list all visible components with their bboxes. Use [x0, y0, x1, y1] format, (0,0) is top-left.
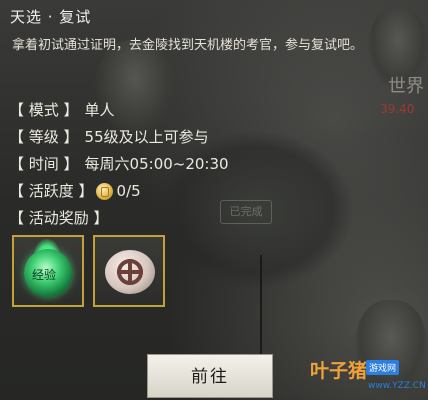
token-emblem-icon: [117, 259, 143, 285]
time-value: 每周六05:00~20:30: [84, 155, 229, 173]
background-branch: [260, 255, 262, 370]
level-value: 55级及以上可参与: [84, 128, 209, 146]
activity-label: 【 活跃度 】: [9, 182, 94, 200]
rewards-label: 【 活动奖励 】: [9, 209, 109, 227]
mode-value: 单人: [84, 101, 115, 119]
time-row: 【 时间 】 每周六05:00~20:30: [9, 154, 229, 174]
level-label: 【 等级 】: [9, 128, 79, 146]
go-button[interactable]: 前往: [147, 354, 273, 398]
site-watermark: 叶子猪 游戏网 www.YZZ.CN: [310, 356, 428, 400]
silver-token-icon: [105, 250, 155, 294]
reward-slot-token[interactable]: [93, 235, 165, 307]
level-row: 【 等级 】 55级及以上可参与: [9, 127, 209, 147]
experience-orb-text: 经验: [32, 268, 57, 282]
watermark-url: www.YZZ.CN: [368, 381, 426, 391]
watermark-tag: 游戏网: [366, 360, 400, 375]
rewards-row: 【 活动奖励 】: [9, 208, 109, 228]
activity-value: 0/5: [116, 182, 141, 200]
watermark-brand: 叶子猪: [310, 360, 368, 382]
reward-slot-experience[interactable]: 经验: [12, 235, 84, 307]
panel-description: 拿着初试通过证明，去金陵找到天机楼的考官，参与复试吧。: [12, 38, 364, 53]
panel-title: 天选 · 复试: [10, 8, 92, 26]
background-world-label: 世界: [388, 76, 424, 97]
activity-row: 【 活跃度 】 0/5: [9, 181, 141, 201]
time-label: 【 时间 】: [9, 155, 79, 173]
mode-row: 【 模式 】 单人: [9, 100, 115, 120]
background-red-number: 39.40: [380, 102, 415, 116]
activity-coin-icon: [95, 182, 113, 200]
mode-label: 【 模式 】: [9, 101, 79, 119]
completed-stamp: 已完成: [220, 200, 272, 224]
